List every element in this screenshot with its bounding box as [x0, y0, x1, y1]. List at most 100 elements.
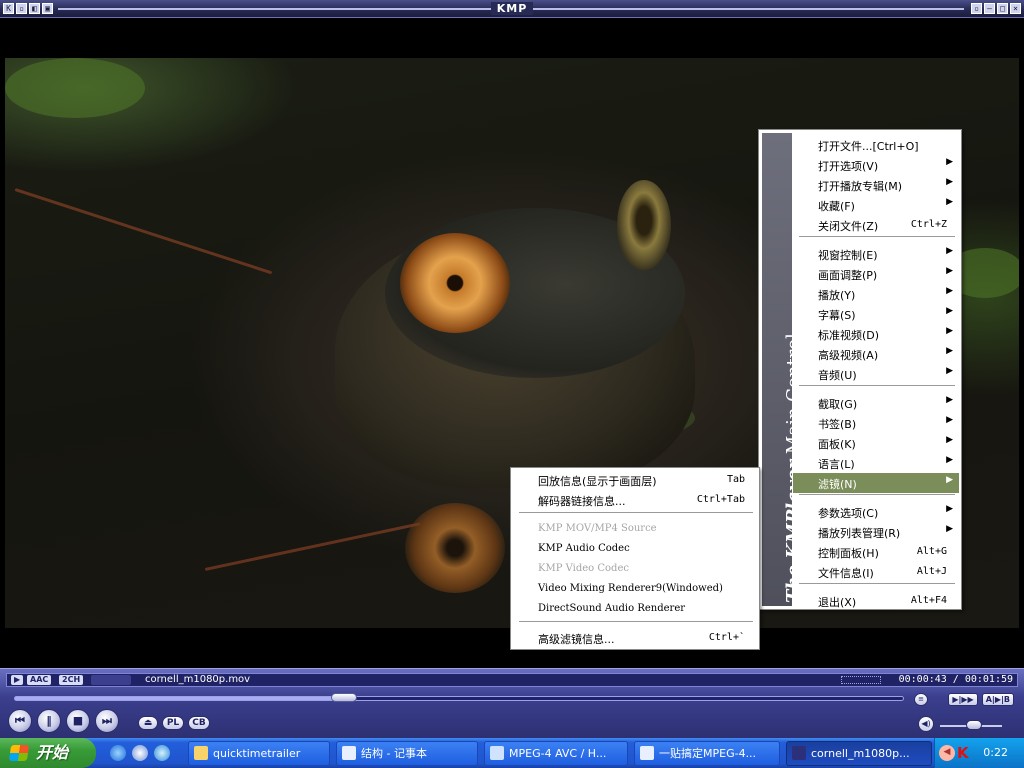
- playlist-button[interactable]: PL: [162, 716, 184, 730]
- menu-item-label: 滤镜(N): [818, 478, 857, 491]
- submenu-item-label: KMP Audio Codec: [538, 543, 630, 554]
- menu-item[interactable]: 高级视频(A) ▶: [793, 344, 959, 364]
- main-context-menu: The KMPlayer Main Control 打开文件...[Ctrl+O…: [758, 129, 962, 610]
- minimize-icon[interactable]: –: [984, 3, 995, 14]
- restore-icon[interactable]: ▫: [971, 3, 982, 14]
- menu-item[interactable]: 视窗控制(E) ▶: [793, 244, 959, 264]
- menu-item-shortcut: Alt+G: [916, 546, 947, 557]
- info-bar-handle[interactable]: [841, 676, 881, 684]
- control-box-button[interactable]: CB: [188, 716, 210, 730]
- clock[interactable]: 0:22: [983, 746, 1008, 759]
- taskbar-button[interactable]: cornell_m1080p...: [786, 741, 932, 766]
- volume-thumb[interactable]: [966, 720, 983, 730]
- eject-icon[interactable]: ⏏: [138, 716, 158, 730]
- window-controls: ▫ – □ ×: [971, 3, 1021, 14]
- ab-repeat-button[interactable]: A|▶|B: [981, 693, 1014, 706]
- menu-separator: [799, 236, 955, 238]
- playlist-toggle-icon[interactable]: ≡: [914, 693, 928, 706]
- task-app-icon: [640, 746, 654, 760]
- menu-item-label: 关闭文件(Z): [818, 220, 879, 233]
- title-bar[interactable]: K ▫ ◧ ▣ KMP ▫ – □ ×: [0, 0, 1024, 18]
- ie-icon[interactable]: [110, 745, 126, 761]
- quick-launch-icon[interactable]: [154, 745, 170, 761]
- previous-icon[interactable]: ⏮: [8, 709, 32, 733]
- submenu-item-label: DirectSound Audio Renderer: [538, 603, 686, 614]
- submenu-arrow-icon: ▶: [946, 246, 953, 256]
- taskbar-button[interactable]: 一贴搞定MPEG-4...: [634, 741, 780, 766]
- menu-item[interactable]: 打开文件...[Ctrl+O]: [793, 135, 959, 155]
- submenu-item-shortcut: Ctrl+Tab: [696, 494, 745, 505]
- menu-item[interactable]: 播放列表管理(R) ▶: [793, 522, 959, 542]
- close-icon[interactable]: ×: [1010, 3, 1021, 14]
- submenu-arrow-icon: ▶: [946, 395, 953, 405]
- menu-item[interactable]: 播放(Y) ▶: [793, 284, 959, 304]
- menu-item[interactable]: 字幕(S) ▶: [793, 304, 959, 324]
- taskbar-button[interactable]: 结构 - 记事本: [336, 741, 478, 766]
- frog-eye: [400, 233, 510, 333]
- menu-item[interactable]: 截取(G) ▶: [793, 393, 959, 413]
- menu-item[interactable]: 退出(X) Alt+F4: [793, 591, 959, 611]
- next-icon[interactable]: ⏭: [95, 709, 119, 733]
- menu-item[interactable]: 语言(L) ▶: [793, 453, 959, 473]
- submenu-item: KMP Video Codec: [513, 559, 757, 579]
- submenu-item[interactable]: 回放信息(显示于画面层) Tab: [513, 470, 757, 490]
- seek-bar[interactable]: [14, 693, 904, 702]
- menu-item[interactable]: 标准视频(D) ▶: [793, 324, 959, 344]
- play-state-icon: ▶: [11, 675, 24, 685]
- menu-item[interactable]: 打开选项(V) ▶: [793, 155, 959, 175]
- submenu-item[interactable]: KMP Audio Codec: [513, 539, 757, 559]
- channel-badge: 2CH: [59, 675, 84, 685]
- menu-item[interactable]: 书签(B) ▶: [793, 413, 959, 433]
- taskbar-button[interactable]: quicktimetrailer: [188, 741, 330, 766]
- submenu-item[interactable]: Video Mixing Renderer9(Windowed): [513, 579, 757, 599]
- menu-item-label: 参数选项(C): [818, 507, 879, 520]
- submenu-item-label: 高级滤镜信息...: [538, 633, 615, 646]
- menu-separator: [519, 512, 753, 514]
- menu-item-label: 文件信息(I): [818, 567, 874, 580]
- maximize-icon[interactable]: □: [997, 3, 1008, 14]
- media-player-icon[interactable]: [132, 745, 148, 761]
- taskbar-button-label: 一贴搞定MPEG-4...: [659, 747, 757, 760]
- menu-item[interactable]: 打开播放专辑(M) ▶: [793, 175, 959, 195]
- menu-item-shortcut: Alt+F4: [910, 595, 947, 606]
- taskbar-button[interactable]: MPEG-4 AVC / H...: [484, 741, 628, 766]
- submenu-arrow-icon: ▶: [946, 177, 953, 187]
- menu-item[interactable]: 滤镜(N) ▶: [793, 473, 959, 493]
- menu-item-label: 音频(U): [818, 369, 857, 382]
- window-title: KMP: [490, 2, 534, 15]
- seek-thumb[interactable]: [330, 693, 357, 702]
- taskbar: 开始 quicktimetrailer 结构 - 记事本 MPEG-4 AVC / …: [0, 738, 1024, 768]
- menu-item[interactable]: 控制面板(H) Alt+G: [793, 542, 959, 562]
- menu-item[interactable]: 收藏(F) ▶: [793, 195, 959, 215]
- menu-item[interactable]: 音频(U) ▶: [793, 364, 959, 384]
- speaker-icon[interactable]: ◀): [918, 716, 934, 732]
- menu-item[interactable]: 面板(K) ▶: [793, 433, 959, 453]
- menu-item[interactable]: 文件信息(I) Alt+J: [793, 562, 959, 582]
- volume-slider[interactable]: [940, 720, 1002, 730]
- submenu-arrow-icon: ▶: [946, 366, 953, 376]
- start-button[interactable]: 开始: [0, 738, 96, 768]
- menu-item[interactable]: 参数选项(C) ▶: [793, 502, 959, 522]
- menu-separator: [799, 385, 955, 387]
- submenu-arrow-icon: ▶: [946, 306, 953, 316]
- menu-item-shortcut: Alt+J: [916, 566, 947, 577]
- extra-badge: [91, 675, 131, 685]
- step-button[interactable]: ▶|▶▶: [948, 693, 978, 706]
- taskbar-button-label: 结构 - 记事本: [361, 747, 427, 760]
- submenu-item[interactable]: 解码器链接信息... Ctrl+Tab: [513, 490, 757, 510]
- time-display[interactable]: 00:00:43 / 00:01:59: [899, 674, 1013, 685]
- submenu-arrow-icon: ▶: [946, 504, 953, 514]
- task-app-icon: [342, 746, 356, 760]
- tray-expand-icon[interactable]: ◀: [939, 745, 955, 761]
- submenu-item-label: KMP MOV/MP4 Source: [538, 523, 657, 534]
- pause-icon[interactable]: ‖: [37, 709, 61, 733]
- submenu-item[interactable]: DirectSound Audio Renderer: [513, 599, 757, 619]
- menu-item[interactable]: 画面调整(P) ▶: [793, 264, 959, 284]
- menu-side-banner: The KMPlayer Main Control: [762, 133, 804, 606]
- menu-item[interactable]: 关闭文件(Z) Ctrl+Z: [793, 215, 959, 235]
- kaspersky-icon[interactable]: K: [957, 744, 969, 762]
- menu-item-label: 打开文件...[Ctrl+O]: [818, 140, 919, 153]
- stop-icon[interactable]: ■: [66, 709, 90, 733]
- start-label: 开始: [36, 743, 69, 762]
- submenu-item[interactable]: 高级滤镜信息... Ctrl+`: [513, 628, 757, 648]
